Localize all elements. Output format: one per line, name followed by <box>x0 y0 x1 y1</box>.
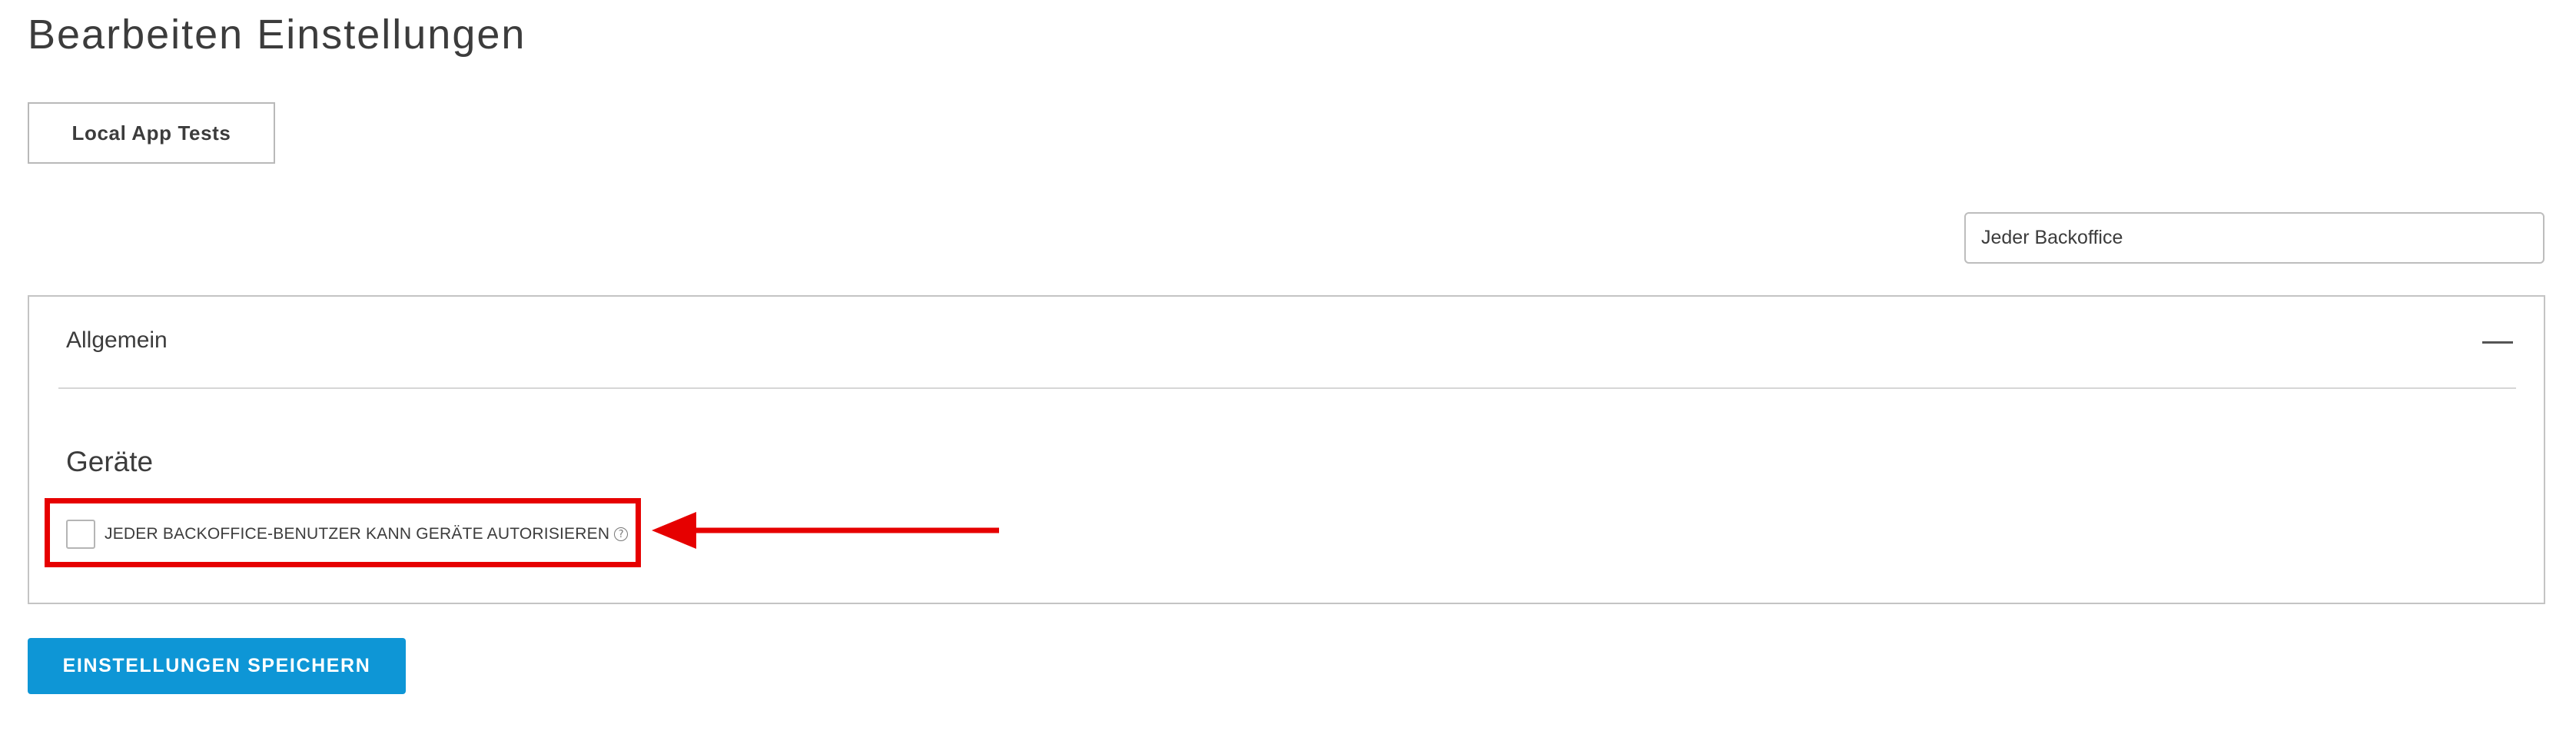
backoffice-filter-input[interactable] <box>1964 212 2544 264</box>
authorize-devices-option[interactable]: JEDER BACKOFFICE-BENUTZER KANN GERÄTE AU… <box>66 518 629 550</box>
minus-icon[interactable] <box>2482 341 2513 344</box>
help-circle-icon[interactable]: ? <box>614 527 629 541</box>
tab-local-app-tests[interactable]: Local App Tests <box>28 102 275 164</box>
section-heading: Geräte <box>66 446 154 477</box>
panel-title: Allgemein <box>66 327 168 353</box>
page-title: Bearbeiten Einstellungen <box>28 12 526 58</box>
panel-divider <box>58 387 2516 389</box>
save-settings-button[interactable]: EINSTELLUNGEN SPEICHERN <box>28 638 406 694</box>
settings-panel: Allgemein Geräte JEDER BACKOFFICE-BENUTZ… <box>28 295 2545 604</box>
authorize-devices-label: JEDER BACKOFFICE-BENUTZER KANN GERÄTE AU… <box>105 525 610 543</box>
authorize-devices-checkbox[interactable] <box>66 520 95 549</box>
panel-header[interactable]: Allgemein <box>29 297 2544 387</box>
